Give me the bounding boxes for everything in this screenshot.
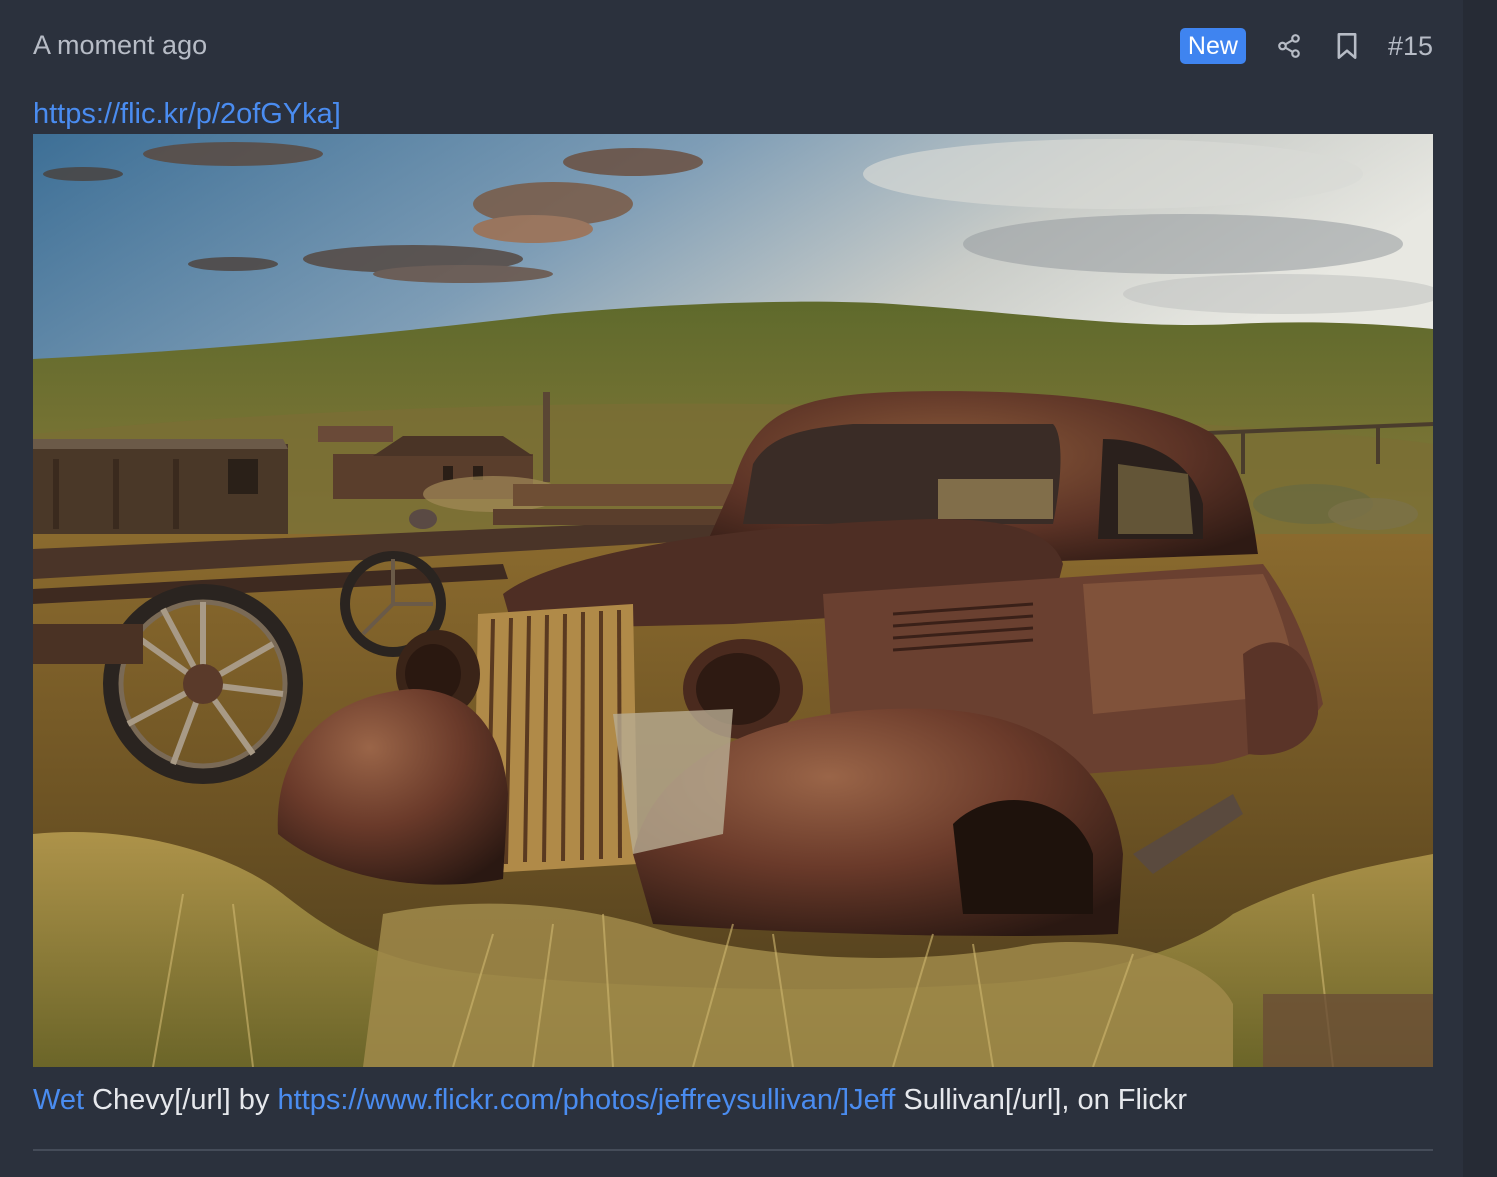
- bookmark-icon[interactable]: [1332, 31, 1362, 61]
- forum-post: A moment ago New #15 https://flic.kr/p/2…: [33, 0, 1433, 1151]
- flickr-short-link[interactable]: https://flic.kr/p/2ofGYka]: [33, 96, 341, 132]
- post-actions: New #15: [1179, 27, 1433, 65]
- share-icon[interactable]: [1274, 31, 1304, 61]
- page: A moment ago New #15 https://flic.kr/p/2…: [0, 0, 1497, 1177]
- caption-text-1: Chevy[/url] by: [84, 1084, 278, 1116]
- scrollbar-track[interactable]: [1463, 0, 1497, 1177]
- post-divider: [33, 1149, 1433, 1151]
- image-caption: Wet Chevy[/url] by https://www.flickr.co…: [33, 1081, 1187, 1119]
- post-number-link[interactable]: #15: [1388, 29, 1433, 63]
- photo-illustration: [33, 134, 1433, 1067]
- caption-link-author[interactable]: https://www.flickr.com/photos/jeffreysul…: [277, 1084, 895, 1116]
- caption-text-2: Sullivan[/url], on Flickr: [895, 1084, 1188, 1116]
- post-header: A moment ago New #15: [33, 0, 1433, 92]
- post-image[interactable]: [33, 134, 1433, 1067]
- post-timestamp[interactable]: A moment ago: [33, 28, 207, 62]
- new-badge: New: [1179, 28, 1246, 64]
- caption-link-wet[interactable]: Wet: [33, 1084, 84, 1116]
